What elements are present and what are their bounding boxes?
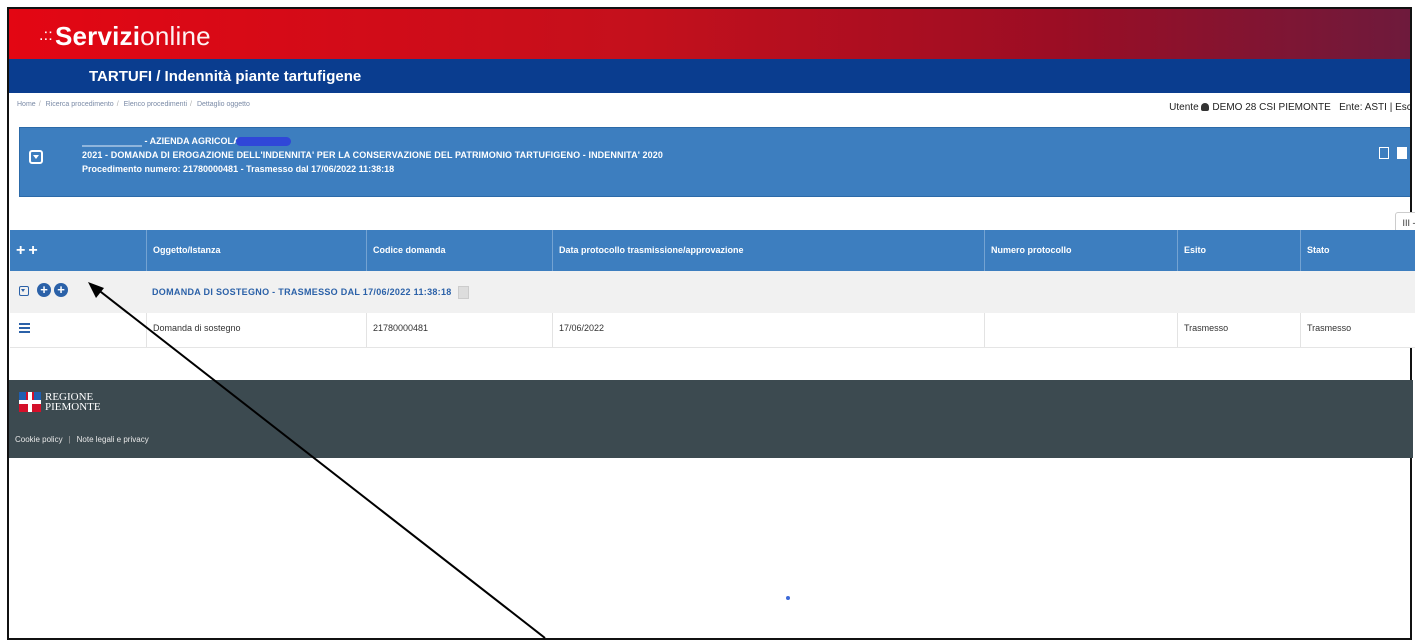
user-info: Utente DEMO 28 CSI PIEMONTE Ente: ASTI |… [1169,102,1410,113]
col-codice[interactable]: Codice domanda [366,230,552,271]
collapse-toggle-icon[interactable] [29,150,43,164]
servizi-online-logo[interactable]: .::Servizionline [39,21,211,52]
collapse-group-icon[interactable] [19,286,29,296]
cell-oggetto: Domanda di sostegno [146,313,366,347]
group-row: + + DOMANDA DI SOSTEGNO - TRASMESSO DAL … [10,271,1415,314]
breadcrumb: Home / Ricerca procedimento / Elenco proce… [17,101,250,108]
redaction-mark [235,137,291,147]
cookie-policy-link[interactable]: Cookie policy [15,435,63,444]
domanda-description: 2021 - DOMANDA DI EROGAZIONE DELL'INDENN… [82,150,663,160]
logout-link[interactable]: Esci [1395,102,1410,113]
expand-all-plus-icon[interactable]: + [16,230,25,271]
ente-label: Ente: ASTI [1339,102,1387,113]
azienda-name: - AZIENDA AGRICOLA [144,136,240,146]
user-name: DEMO 28 CSI PIEMONTE [1212,102,1331,113]
cell-stato: Trasmesso [1300,313,1415,347]
procedure-summary-panel: - AZIENDA AGRICOLA 2021 - DOMANDA DI ERO… [19,127,1410,197]
note-legali-link[interactable]: Note legali e privacy [77,435,149,444]
col-stato[interactable]: Stato [1300,230,1415,271]
cell-data: 17/06/2022 [552,313,984,347]
cell-numero [984,313,1177,347]
col-numero-protocollo[interactable]: Numero protocollo [984,230,1177,271]
col-oggetto[interactable]: Oggetto/Istanza [146,230,366,271]
app-title-bar: TARTUFI / Indennità piante tartufigene [9,59,1410,93]
app-title: TARTUFI / Indennità piante tartufigene [89,68,362,85]
cell-codice: 21780000481 [366,313,552,347]
redacted-cuaa [82,136,142,148]
piemonte-flag-icon [19,392,41,412]
table-row: Domanda di sostegno 21780000481 17/06/20… [10,313,1415,348]
procedimento-number: Procedimento numero: 21780000481 - Trasm… [82,164,395,174]
table-header: + + Oggetto/Istanza Codice domanda Data p… [10,230,1415,271]
row-detail-list-icon[interactable] [19,323,30,333]
breadcrumb-ricerca[interactable]: Ricerca procedimento [46,101,114,108]
breadcrumb-current: Dettaglio oggetto [196,101,250,108]
plus-circle-icon[interactable]: + [37,283,51,297]
group-title[interactable]: DOMANDA DI SOSTEGNO - TRASMESSO DAL 17/0… [152,287,452,297]
footer: REGIONE PIEMONTE Cookie policy | Note lega… [9,380,1413,458]
cell-esito: Trasmesso [1177,313,1300,347]
loading-dot [786,596,790,600]
breadcrumb-elenco[interactable]: Elenco procedimenti [124,101,187,108]
brand-bar: .::Servizionline [9,9,1410,59]
document-icon[interactable] [1397,147,1407,159]
breadcrumb-home[interactable]: Home [17,101,36,108]
plus-circle-icon-2[interactable]: + [54,283,68,297]
col-data-protocollo[interactable]: Data protocollo trasmissione/approvazion… [552,230,984,271]
list-document-icon[interactable] [1378,147,1389,159]
expand-all-plus-icon-2[interactable]: + [28,230,37,271]
col-esito[interactable]: Esito [1177,230,1300,271]
user-icon [1201,103,1210,111]
pdf-document-icon[interactable] [457,286,469,299]
